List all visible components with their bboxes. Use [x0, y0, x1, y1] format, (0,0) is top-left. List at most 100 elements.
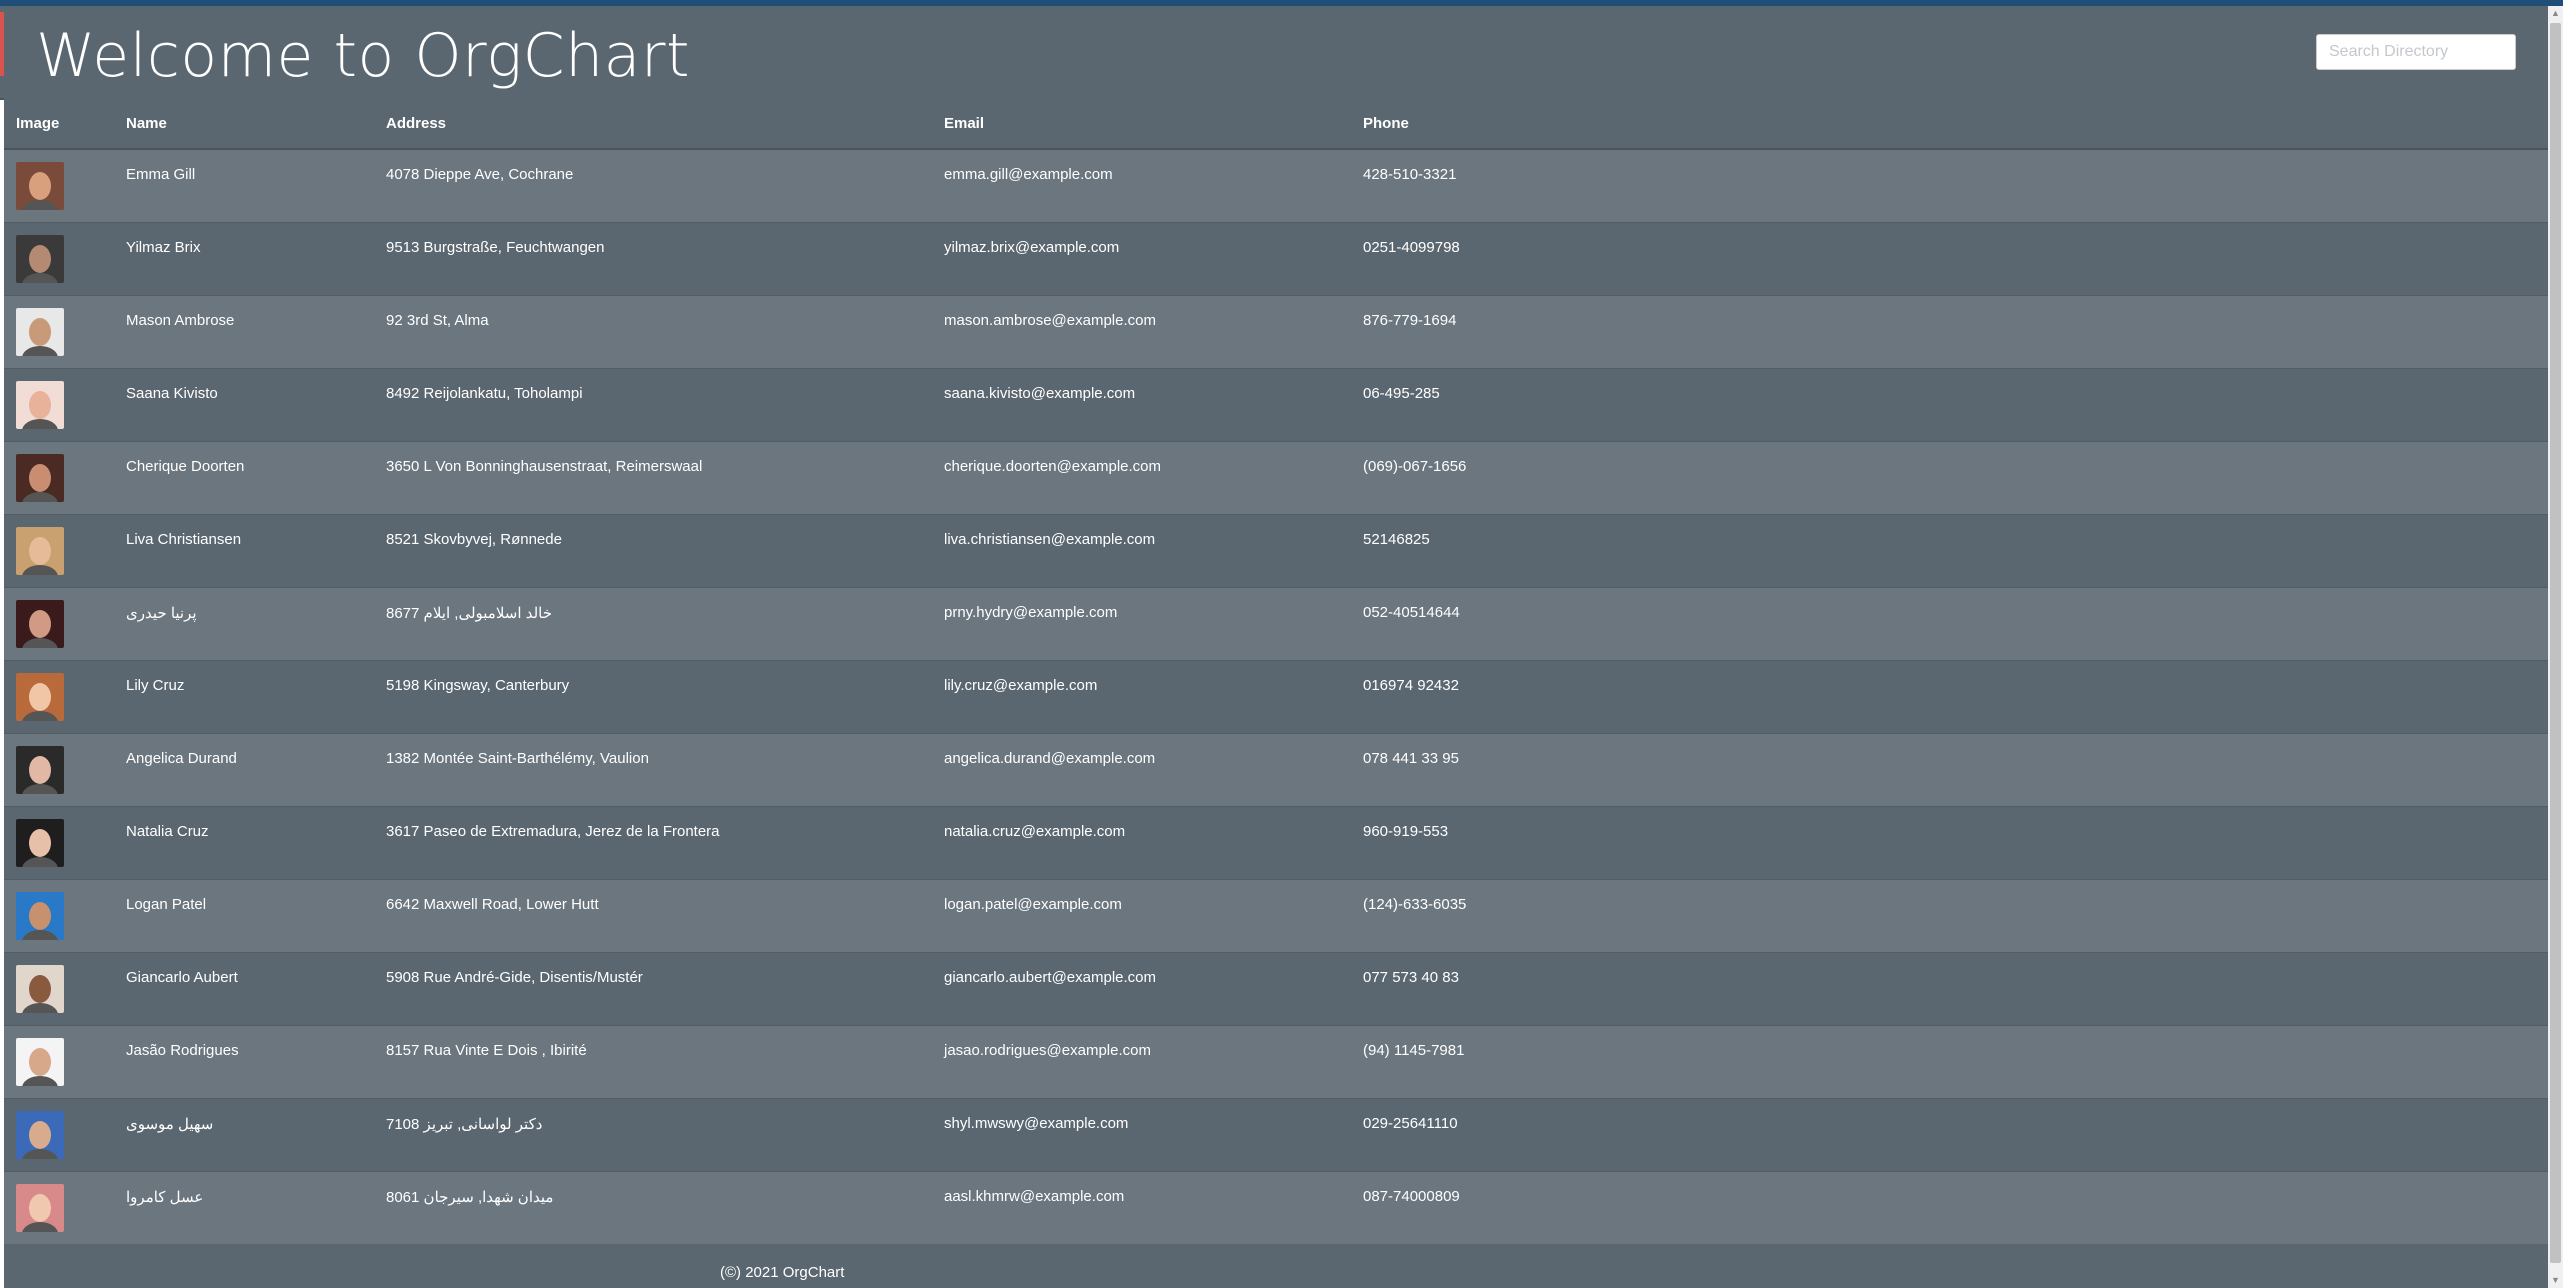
cell-image — [4, 732, 114, 806]
cell-phone: 077 573 40 83 — [1351, 951, 2548, 1025]
search-input[interactable] — [2316, 34, 2516, 70]
cell-phone: 078 441 33 95 — [1351, 732, 2548, 806]
directory-table-container: Image Name Address Email Phone Emma Gill 4078… — [4, 98, 2548, 1244]
cell-address: 3617 Paseo de Extremadura, Jerez de la F… — [374, 805, 932, 879]
table-row[interactable]: پرنیا حیدری 8677 خالد اسلامبولی, ایلام prn… — [4, 586, 2548, 660]
cell-address: 3650 L Von Bonninghausenstraat, Reimersw… — [374, 440, 932, 514]
cell-name: Cherique Doorten — [114, 440, 374, 514]
table-row[interactable]: Logan Patel 6642 Maxwell Road, Lower Hutt… — [4, 878, 2548, 952]
scrollbar-thumb[interactable] — [2550, 23, 2561, 1263]
header-accent — [0, 12, 4, 76]
table-row[interactable]: Liva Christiansen 8521 Skovbyvej, Rønnede… — [4, 513, 2548, 587]
cell-image — [4, 1097, 114, 1171]
cell-name: Logan Patel — [114, 878, 374, 952]
cell-email: saana.kivisto@example.com — [932, 367, 1351, 441]
table-row[interactable]: Giancarlo Aubert 5908 Rue André-Gide, Dis… — [4, 951, 2548, 1025]
cell-name: سهیل موسوی — [114, 1097, 374, 1171]
cell-image — [4, 1024, 114, 1098]
table-row[interactable]: Angelica Durand 1382 Montée Saint-Barthél… — [4, 732, 2548, 806]
cell-name: Giancarlo Aubert — [114, 951, 374, 1025]
cell-phone: 876-779-1694 — [1351, 294, 2548, 368]
cell-name: Lily Cruz — [114, 659, 374, 733]
cell-image — [4, 367, 114, 441]
cell-email: aasl.khmrw@example.com — [932, 1170, 1351, 1244]
cell-email: angelica.durand@example.com — [932, 732, 1351, 806]
cell-address: 8677 خالد اسلامبولی, ایلام — [374, 586, 932, 660]
cell-name: Emma Gill — [114, 148, 374, 222]
directory-table: Image Name Address Email Phone Emma Gill 4078… — [4, 98, 2548, 1244]
cell-phone: (069)-067-1656 — [1351, 440, 2548, 514]
cell-address: 7108 دکتر لواسانی, تبریز — [374, 1097, 932, 1171]
cell-email: lily.cruz@example.com — [932, 659, 1351, 733]
table-row[interactable]: Saana Kivisto 8492 Reijolankatu, Toholamp… — [4, 367, 2548, 441]
cell-email: natalia.cruz@example.com — [932, 805, 1351, 879]
cell-address: 9513 Burgstraße, Feuchtwangen — [374, 221, 932, 295]
footer-copyright: (©) 2021 OrgChart — [720, 1264, 845, 1281]
avatar — [16, 380, 64, 429]
table-row[interactable]: عسل کامروا 8061 میدان شهدا, سیرجان aasl.kh… — [4, 1170, 2548, 1244]
vertical-scrollbar[interactable]: ▲ ▼ — [2548, 6, 2563, 1288]
cell-phone: 06-495-285 — [1351, 367, 2548, 441]
cell-phone: 428-510-3321 — [1351, 148, 2548, 222]
cell-address: 8157 Rua Vinte E Dois , Ibirité — [374, 1024, 932, 1098]
cell-phone: (94) 1145-7981 — [1351, 1024, 2548, 1098]
table-header: Image Name Address Email Phone — [4, 98, 2548, 150]
avatar — [16, 745, 64, 794]
cell-image — [4, 440, 114, 514]
avatar — [16, 672, 64, 721]
cell-address: 8061 میدان شهدا, سیرجان — [374, 1170, 932, 1244]
avatar — [16, 818, 64, 867]
column-header-name: Name — [114, 98, 374, 150]
cell-phone: 087-74000809 — [1351, 1170, 2548, 1244]
page-header: Welcome to OrgChart — [0, 6, 2548, 100]
table-row[interactable]: Cherique Doorten 3650 L Von Bonninghausen… — [4, 440, 2548, 514]
table-row[interactable]: سهیل موسوی 7108 دکتر لواسانی, تبریز shyl.m… — [4, 1097, 2548, 1171]
table-row[interactable]: Emma Gill 4078 Dieppe Ave, Cochrane emma.g… — [4, 148, 2548, 222]
column-header-address: Address — [374, 98, 932, 150]
avatar — [16, 1110, 64, 1159]
cell-email: yilmaz.brix@example.com — [932, 221, 1351, 295]
cell-address: 5198 Kingsway, Canterbury — [374, 659, 932, 733]
table-row[interactable]: Yilmaz Brix 9513 Burgstraße, Feuchtwangen… — [4, 221, 2548, 295]
cell-image — [4, 878, 114, 952]
table-row[interactable]: Mason Ambrose 92 3rd St, Alma mason.ambros… — [4, 294, 2548, 368]
scroll-up-arrow-icon[interactable]: ▲ — [2548, 6, 2563, 21]
table-body: Emma Gill 4078 Dieppe Ave, Cochrane emma.g… — [4, 148, 2548, 1244]
cell-name: Mason Ambrose — [114, 294, 374, 368]
avatar — [16, 891, 64, 940]
cell-address: 92 3rd St, Alma — [374, 294, 932, 368]
table-row[interactable]: Lily Cruz 5198 Kingsway, Canterbury lily.c… — [4, 659, 2548, 733]
cell-image — [4, 1170, 114, 1244]
cell-name: Natalia Cruz — [114, 805, 374, 879]
cell-address: 6642 Maxwell Road, Lower Hutt — [374, 878, 932, 952]
table-row[interactable]: Natalia Cruz 3617 Paseo de Extremadura, J… — [4, 805, 2548, 879]
avatar — [16, 964, 64, 1013]
avatar — [16, 162, 64, 210]
cell-image — [4, 659, 114, 733]
cell-phone: 960-919-553 — [1351, 805, 2548, 879]
app-window: Welcome to OrgChart ImageNameAddressEmai… — [0, 0, 2563, 1288]
cell-email: prny.hydry@example.com — [932, 586, 1351, 660]
cell-address: 8492 Reijolankatu, Toholampi — [374, 367, 932, 441]
avatar — [16, 453, 64, 502]
avatar — [16, 599, 64, 648]
cell-name: عسل کامروا — [114, 1170, 374, 1244]
cell-email: shyl.mwswy@example.com — [932, 1097, 1351, 1171]
cell-name: پرنیا حیدری — [114, 586, 374, 660]
page-footer: (©) 2021 OrgChart — [4, 1244, 2548, 1288]
cell-email: logan.patel@example.com — [932, 878, 1351, 952]
cell-phone: 029-25641110 — [1351, 1097, 2548, 1171]
page-title: Welcome to OrgChart — [36, 21, 691, 91]
table-header-row: Image Name Address Email Phone — [4, 98, 2548, 150]
cell-address: 1382 Montée Saint-Barthélémy, Vaulion — [374, 732, 932, 806]
cell-name: Yilmaz Brix — [114, 221, 374, 295]
cell-image — [4, 805, 114, 879]
avatar — [16, 1183, 64, 1232]
cell-address: 8521 Skovbyvej, Rønnede — [374, 513, 932, 587]
table-row[interactable]: Jasão Rodrigues 8157 Rua Vinte E Dois , I… — [4, 1024, 2548, 1098]
avatar — [16, 307, 64, 356]
cell-phone: 0251-4099798 — [1351, 221, 2548, 295]
column-header-image: Image — [4, 98, 114, 150]
cell-image — [4, 221, 114, 295]
scroll-down-arrow-icon[interactable]: ▼ — [2548, 1273, 2563, 1288]
